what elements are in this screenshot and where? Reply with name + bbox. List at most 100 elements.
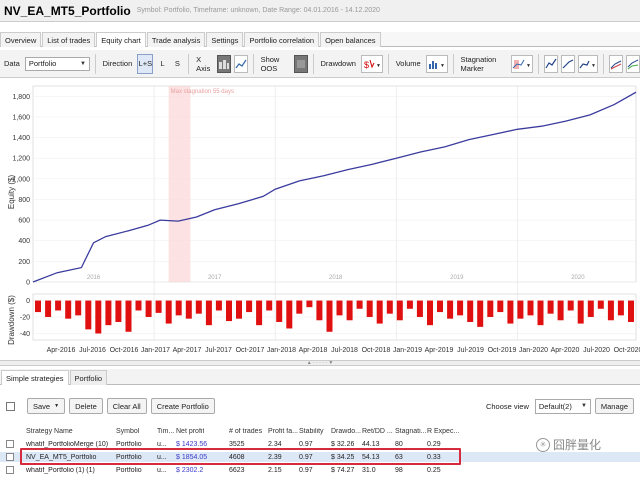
- tab-equity-chart[interactable]: Equity chart: [96, 32, 146, 47]
- select-all-checkbox[interactable]: [6, 401, 15, 411]
- direction-label: Direction: [102, 59, 133, 68]
- show-oos-toggle[interactable]: [293, 54, 308, 73]
- tab-list-of-trades[interactable]: List of trades: [42, 32, 96, 47]
- chart-compare-button-2[interactable]: [626, 54, 640, 73]
- x-tick-label: Oct-2019: [488, 347, 517, 354]
- equity-axis-label: Equity ($): [7, 175, 16, 210]
- toolbar-separator: [252, 53, 254, 74]
- show-oos-label: Show OOS: [260, 54, 280, 73]
- chart-style-button-1[interactable]: [544, 54, 559, 73]
- svg-text:▼: ▼: [526, 63, 531, 69]
- column-header-stability[interactable]: Stability: [299, 428, 324, 435]
- toolbar-separator: [387, 53, 389, 74]
- column-header-symbol[interactable]: Symbol: [116, 428, 139, 435]
- drawdown-bar: [306, 300, 313, 308]
- tab-simple-strategies[interactable]: Simple strategies: [1, 370, 69, 385]
- table-header: Strategy Name Symbol Tim... Net profit #…: [0, 426, 640, 436]
- row-checkbox[interactable]: [6, 453, 14, 461]
- drawdown-bar: [587, 300, 594, 317]
- drawdown-bar: [95, 300, 102, 334]
- drawdown-bar: [617, 300, 624, 316]
- x-tick-label: Jan-2017: [141, 347, 170, 354]
- drawdown-icon: $ ▼: [364, 59, 381, 70]
- drawdown-bar: [215, 300, 222, 311]
- column-header-timeframe[interactable]: Tim...: [157, 428, 174, 435]
- cell-stagnation: 98: [395, 466, 403, 474]
- panel-splitter[interactable]: ▲ · · · · · ▼: [0, 360, 640, 366]
- delete-button[interactable]: Delete: [69, 398, 103, 414]
- tab-open-balances[interactable]: Open balances: [320, 32, 381, 47]
- column-header-net-profit[interactable]: Net profit: [176, 428, 204, 435]
- drawdown-bar: [497, 300, 504, 313]
- chart-options-dropdown[interactable]: ▼: [578, 54, 599, 73]
- x-axis-time-button[interactable]: [233, 54, 248, 73]
- row-checkbox[interactable]: [6, 466, 14, 474]
- data-select[interactable]: Portfolio ▼: [24, 56, 90, 71]
- chart-grid: [32, 85, 637, 341]
- tab-settings[interactable]: Settings: [206, 32, 244, 47]
- direction-long-button[interactable]: L: [156, 54, 168, 74]
- drawdown-bar: [467, 300, 474, 322]
- table-row[interactable]: whatif_Portfolio (1) (1) Portfolio u... …: [0, 465, 640, 475]
- x-tick-label: Oct-2020: [614, 347, 640, 354]
- view-select[interactable]: Default(2) ▼: [534, 398, 591, 414]
- drawdown-label: Drawdown: [320, 59, 356, 68]
- cell-r-expectancy: 0.29: [427, 440, 441, 448]
- drawdown-bar: [346, 300, 353, 321]
- equity-tick-label: 200: [18, 259, 30, 266]
- bottom-tabs: Simple strategies Portfolio: [0, 369, 640, 385]
- stagnation-marker-dropdown[interactable]: ▼: [511, 54, 534, 73]
- title-bar: NV_EA_MT5_Portfolio Symbol: Portfolio, T…: [0, 0, 640, 22]
- column-header-ret-dd[interactable]: Ret/DD ...: [362, 428, 393, 435]
- toolbar-separator: [452, 53, 454, 74]
- tab-overview[interactable]: Overview: [0, 32, 42, 47]
- chart-compare-button-1[interactable]: [609, 54, 624, 73]
- drawdown-bar: [406, 300, 413, 309]
- stagnation-marker-label: Stagnation Marker: [460, 54, 497, 73]
- drawdown-axis-label: Drawdown ($): [7, 295, 16, 345]
- tab-portfolio[interactable]: Portfolio: [69, 370, 108, 385]
- save-button[interactable]: Save ▼: [27, 398, 66, 414]
- drawdown-dropdown[interactable]: $ ▼: [360, 54, 383, 73]
- column-header-strategy-name[interactable]: Strategy Name: [26, 428, 73, 435]
- stagnation-band: [168, 86, 191, 282]
- cell-drawdown: $ 32.26: [331, 440, 355, 448]
- column-header-num-trades[interactable]: # of trades: [229, 428, 262, 435]
- tab-portfolio-correlation[interactable]: Portfolio correlation: [244, 32, 320, 47]
- x-tick-label: Jan-2019: [393, 347, 422, 354]
- drawdown-bar: [577, 300, 584, 324]
- drawdown-bar: [75, 300, 82, 316]
- volume-dropdown[interactable]: ▼: [425, 54, 448, 73]
- column-header-r-expectancy[interactable]: R Expec...: [427, 428, 459, 435]
- direction-short-button[interactable]: S: [171, 54, 183, 74]
- x-axis-trades-button[interactable]: [216, 54, 231, 73]
- column-header-stagnation[interactable]: Stagnati...: [395, 428, 427, 435]
- year-labels: 2016 2017 2018 2019 2020: [87, 275, 585, 281]
- column-header-profit-factor[interactable]: Profit fa...: [268, 428, 298, 435]
- row-checkbox[interactable]: [6, 440, 14, 448]
- manage-button[interactable]: Manage: [594, 398, 634, 414]
- cell-timeframe: u...: [157, 466, 167, 474]
- equity-chart-area: Max stagnation 55 days 2016 2017 2018 2019 2…: [0, 82, 640, 360]
- drawdown-bar: [286, 300, 293, 329]
- drawdown-bar: [85, 300, 92, 330]
- cell-num-trades: 3525: [229, 440, 245, 448]
- x-tick-label: Apr-2019: [425, 347, 454, 354]
- create-portfolio-button[interactable]: Create Portfolio: [150, 398, 215, 414]
- tab-trade-analysis[interactable]: Trade analysis: [146, 32, 206, 47]
- drawdown-bar: [416, 300, 423, 317]
- x-tick-label: Jul-2018: [331, 347, 358, 354]
- drawdown-bar: [185, 300, 192, 319]
- direction-long-short-button[interactable]: L+S: [137, 53, 154, 74]
- drawdown-bar: [105, 300, 112, 326]
- clear-all-button[interactable]: Clear All: [106, 398, 147, 414]
- column-header-drawdown[interactable]: Drawdo...: [331, 428, 361, 435]
- chart-style-button-2[interactable]: [561, 54, 576, 73]
- cell-stagnation: 80: [395, 440, 403, 448]
- drawdown-bar: [115, 300, 122, 322]
- equity-series-line: [32, 91, 637, 283]
- equity-tick-label: 1,400: [12, 135, 30, 142]
- equity-tick-label: 1,200: [12, 156, 30, 163]
- year-label: 2018: [329, 275, 343, 281]
- drawdown-bar: [557, 300, 564, 321]
